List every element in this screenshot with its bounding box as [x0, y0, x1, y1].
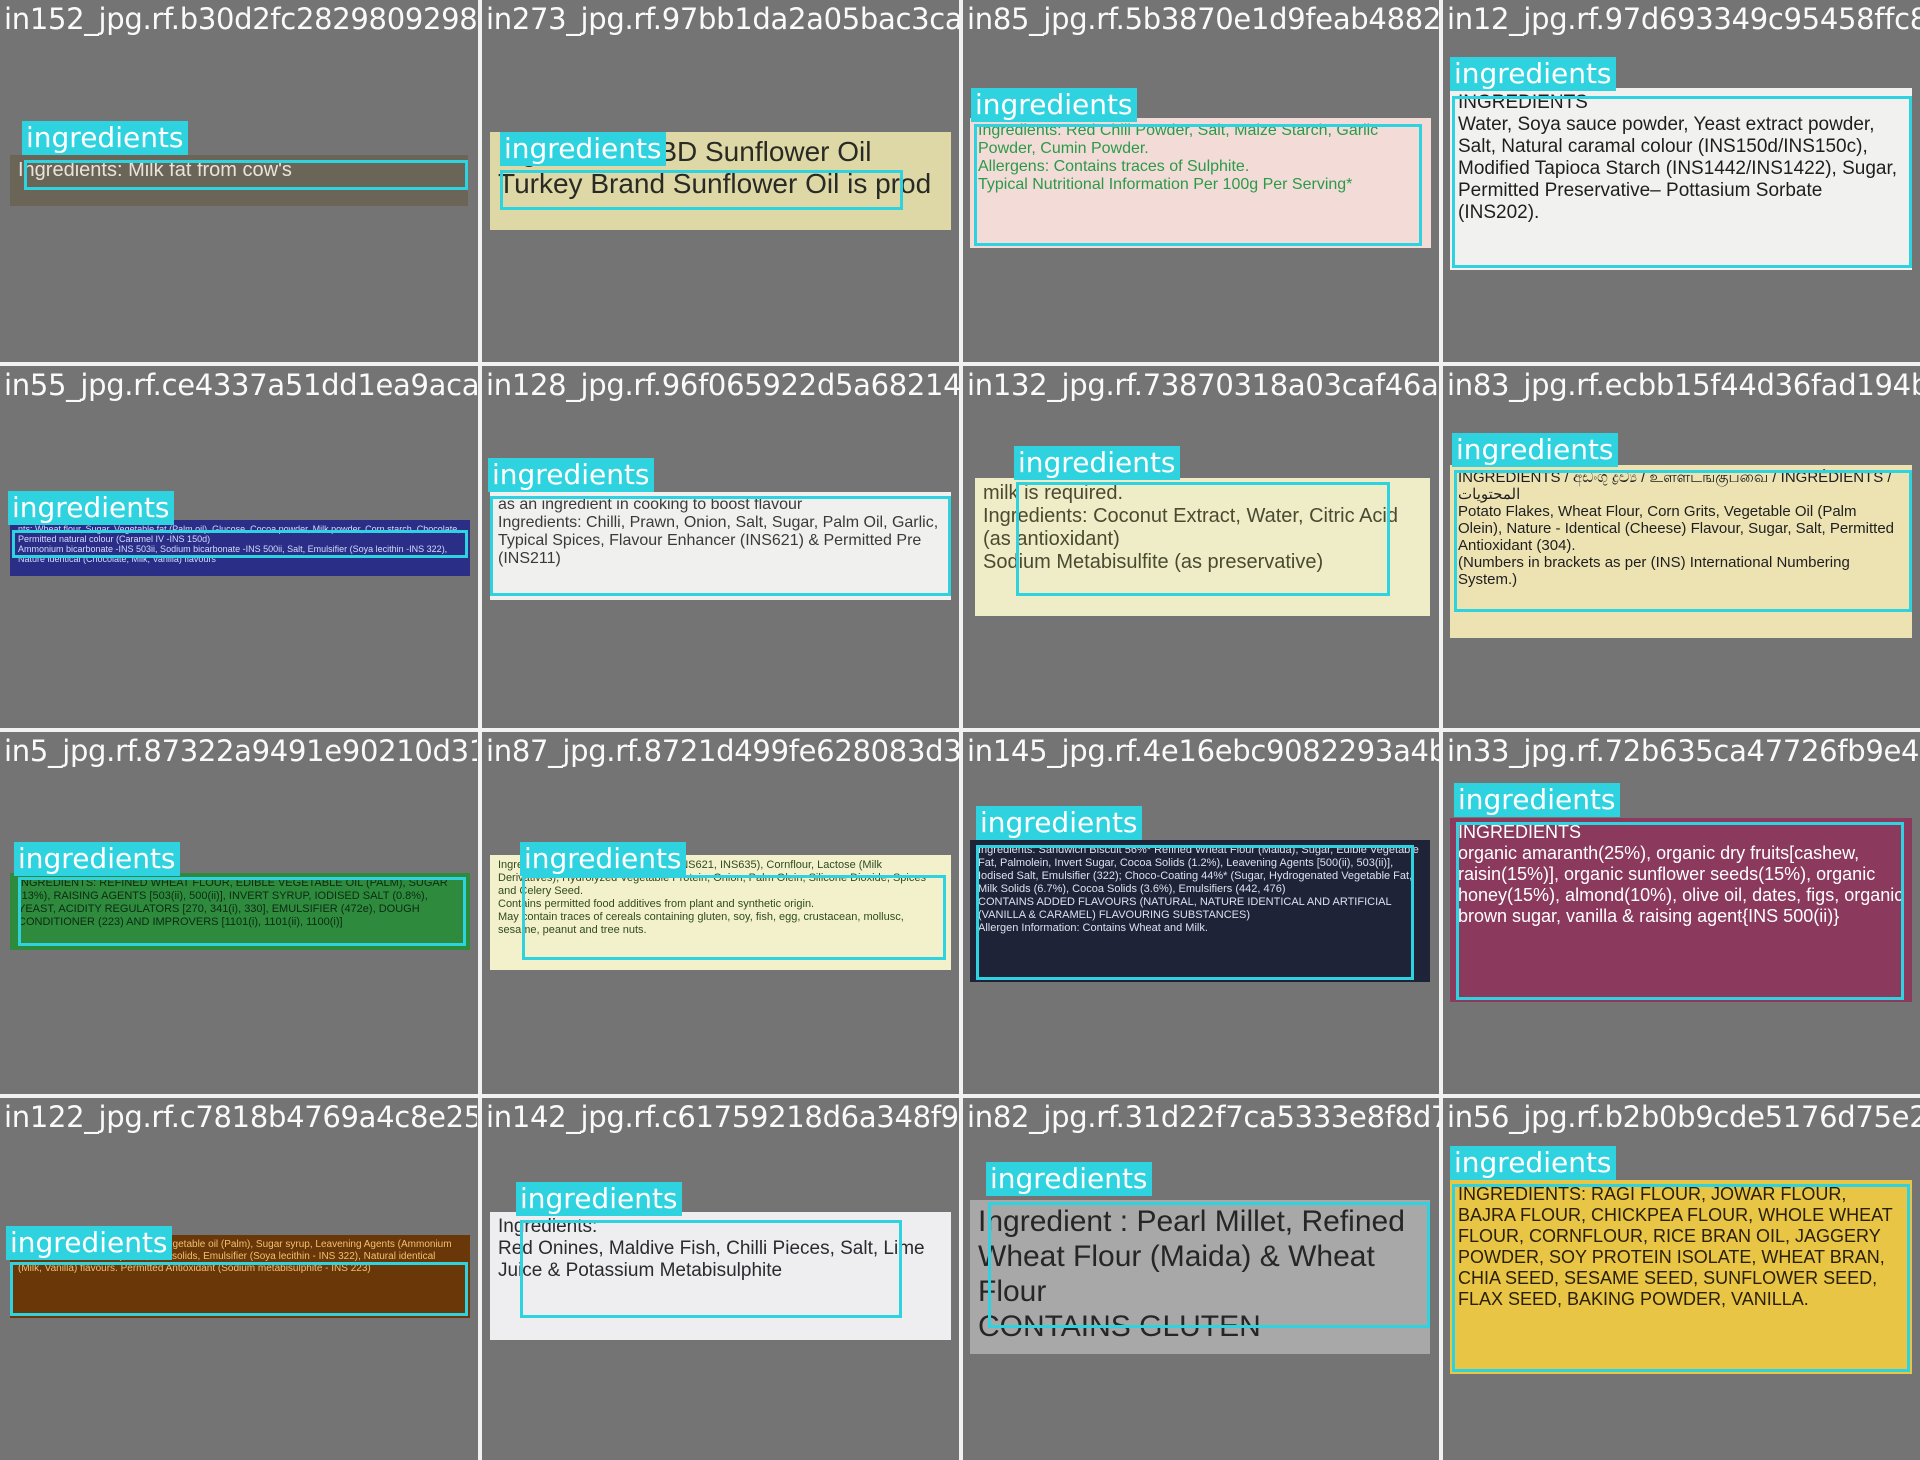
- detection-label: ingredients: [6, 1226, 172, 1260]
- detection-label: ingredients: [516, 1182, 682, 1216]
- detection-label: ingredients: [22, 121, 188, 155]
- tile-filename: in87_jpg.rf.8721d499fe628083d3bb49c1af: [486, 734, 959, 768]
- grid-tile: milk is required. Ingredients: Coconut E…: [963, 366, 1440, 728]
- grid-tile: INGREDIENTS / අඩංගු ද්‍රව්‍ය / உள்ளடங்கு…: [1443, 366, 1920, 728]
- detection-box: [12, 530, 468, 558]
- tile-filename: in128_jpg.rf.96f065922d5a682144213525a6f: [486, 368, 959, 402]
- grid-tile: Ingredients: Milk fat from cow's ingredie…: [0, 0, 477, 362]
- detection-box: [976, 845, 1414, 980]
- detection-label: ingredients: [14, 842, 180, 876]
- grid-tile: INGREDIENTS: REFINED WHEAT FLOUR, EDIBLE…: [0, 732, 477, 1094]
- detection-label: ingredients: [520, 842, 686, 876]
- detection-box: [1452, 1184, 1910, 1372]
- tile-filename: in83_jpg.rf.ecbb15f44d36fad194b: [1447, 368, 1920, 402]
- tile-filename: in122_jpg.rf.c7818b4769a4c8e25f7341a: [4, 1100, 477, 1134]
- detection-box: [10, 1262, 468, 1316]
- mosaic-grid: Ingredients: Milk fat from cow's ingredie…: [0, 0, 1920, 1460]
- tile-filename: in142_jpg.rf.c61759218d6a348f972b2f4d9f: [486, 1100, 959, 1134]
- grid-tile: Ingredients: Salt, Flavour Enhancer (INS…: [482, 732, 959, 1094]
- grid-tile: Ingredients: Red Chili Powder, Salt, Mai…: [963, 0, 1440, 362]
- detection-label: ingredients: [8, 491, 174, 525]
- tile-filename: in5_jpg.rf.87322a9491e90210d31c58f7f6c: [4, 734, 477, 768]
- grid-tile: Ingredients: Wheat flour, Sugar, Vegetab…: [0, 1098, 477, 1460]
- tile-filename: in55_jpg.rf.ce4337a51dd1ea9aca8d98cd9f35: [4, 368, 477, 402]
- detection-box: [500, 170, 903, 210]
- detection-label: ingredients: [1450, 1146, 1616, 1180]
- detection-box: [490, 496, 951, 596]
- detection-box: [1454, 470, 1912, 612]
- tile-filename: in56_jpg.rf.b2b0b9cde5176d75e21f91d8: [1447, 1100, 1920, 1134]
- detection-box: [520, 1220, 902, 1318]
- tile-filename: in145_jpg.rf.4e16ebc9082293a4b023bb322a7: [967, 734, 1440, 768]
- detection-box: [1452, 96, 1912, 268]
- tile-filename: in85_jpg.rf.5b3870e1d9feab4882c1f2a6cb8f: [967, 2, 1440, 36]
- detection-label: ingredients: [976, 806, 1142, 840]
- detection-box: [1456, 822, 1904, 1000]
- grid-divider: [0, 362, 1920, 366]
- grid-tile: INGREDIENTS organic amaranth(25%), organ…: [1443, 732, 1920, 1094]
- detection-label: ingredients: [1450, 57, 1616, 91]
- tile-filename: in273_jpg.rf.97bb1da2a05bac3ca18654076f7: [486, 2, 959, 36]
- grid-tile: Ingredients: Red Onines, Maldive Fish, C…: [482, 1098, 959, 1460]
- grid-tile: as an ingredient in cooking to boost fla…: [482, 366, 959, 728]
- tile-filename: in82_jpg.rf.31d22f7ca5333e8f8d7c5f84: [967, 1100, 1440, 1134]
- detection-label: ingredients: [500, 132, 666, 166]
- grid-tile: INGREDIENTS: RAGI FLOUR, JOWAR FLOUR, BA…: [1443, 1098, 1920, 1460]
- detection-label: ingredients: [488, 458, 654, 492]
- detection-label: ingredients: [971, 88, 1137, 122]
- tile-filename: in132_jpg.rf.73870318a03caf46a4458c274f1: [967, 368, 1440, 402]
- detection-label: ingredients: [986, 1162, 1152, 1196]
- detection-box: [1016, 482, 1390, 596]
- detection-label: ingredients: [1014, 446, 1180, 480]
- tile-filename: in152_jpg.rf.b30d2fc2829809298ad73adcc0f: [4, 2, 477, 36]
- tile-filename: in12_jpg.rf.97d693349c95458ffc8b: [1447, 2, 1920, 36]
- detection-label: ingredients: [1454, 783, 1620, 817]
- grid-tile: Ingredient: RBD Sunflower Oil Turkey Bra…: [482, 0, 959, 362]
- detection-box: [18, 877, 466, 946]
- detection-box: [974, 124, 1422, 246]
- grid-tile: Ingredient : Pearl Millet, Refined Wheat…: [963, 1098, 1440, 1460]
- detection-label: ingredients: [1452, 433, 1618, 467]
- grid-divider: [0, 1094, 1920, 1098]
- grid-tile: INGREDIENTS Water, Soya sauce powder, Ye…: [1443, 0, 1920, 362]
- grid-tile: nts: Wheat flour, Sugar, Vegetable fat (…: [0, 366, 477, 728]
- detection-box: [24, 160, 468, 190]
- tile-filename: in33_jpg.rf.72b635ca47726fb9e4: [1447, 734, 1920, 768]
- grid-tile: Ingredients: Sandwich Biscuit 56%* Refin…: [963, 732, 1440, 1094]
- grid-divider: [0, 728, 1920, 732]
- detection-box: [522, 875, 946, 960]
- detection-box: [988, 1202, 1430, 1328]
